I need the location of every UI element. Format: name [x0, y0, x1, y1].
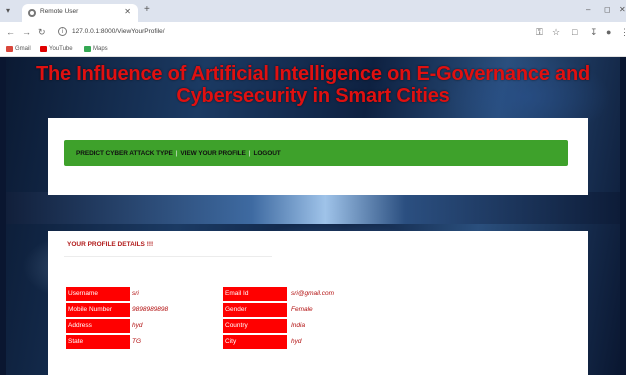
favicon-icon [28, 9, 36, 17]
bookmark-star-icon[interactable]: ☆ [552, 27, 560, 38]
download-icon[interactable]: ↧ [590, 27, 598, 38]
youtube-icon [40, 46, 47, 52]
close-tab-icon[interactable]: ✕ [124, 7, 131, 16]
minimize-icon[interactable]: – [586, 5, 590, 14]
navigation-bar: PREDICT CYBER ATTACK TYPE | VIEW YOUR PR… [64, 140, 568, 166]
value-mobile-number: 9898989898 [132, 306, 169, 313]
url-text: 127.0.0.1:8000/ViewYourProfile/ [72, 28, 165, 35]
value-city: hyd [291, 338, 302, 345]
value-email-id: sri@gmail.com [291, 290, 335, 297]
extensions-icon[interactable]: □ [572, 27, 577, 37]
navigation-card: PREDICT CYBER ATTACK TYPE | VIEW YOUR PR… [48, 118, 588, 195]
gmail-icon [6, 46, 13, 52]
forward-icon[interactable]: → [22, 27, 31, 37]
background-banner-strip [6, 192, 620, 224]
browser-tab[interactable]: Remote User ✕ [22, 4, 138, 22]
profile-card: YOUR PROFILE DETAILS !!! Username sri Mo… [48, 231, 588, 375]
maps-icon [84, 46, 91, 52]
bookmarks-bar: Gmail YouTube Maps [0, 43, 626, 57]
value-state: TG [132, 338, 142, 345]
new-tab-icon[interactable]: + [144, 4, 150, 15]
close-window-icon[interactable]: ✕ [619, 5, 626, 14]
value-address: hyd [132, 322, 143, 329]
nav-logout[interactable]: LOGOUT [253, 150, 280, 157]
label-city: City [223, 335, 287, 349]
profile-avatar-icon[interactable]: ● [606, 27, 611, 37]
menu-dots-icon[interactable]: ⋮ [620, 27, 626, 38]
nav-separator: | [248, 149, 251, 157]
label-address: Address [66, 319, 130, 333]
page-viewport: The Influence of Artificial Intelligence… [0, 57, 626, 375]
profile-heading: YOUR PROFILE DETAILS !!! [67, 241, 154, 248]
label-username: Username [66, 287, 130, 301]
reload-icon[interactable]: ↻ [38, 27, 46, 38]
bookmark-gmail[interactable]: Gmail [6, 46, 31, 52]
label-state: State [66, 335, 130, 349]
nav-predict-cyber-attack-type[interactable]: PREDICT CYBER ATTACK TYPE [76, 150, 173, 157]
bookmark-youtube[interactable]: YouTube [40, 46, 73, 52]
value-country: India [291, 322, 306, 329]
value-username: sri [132, 290, 139, 297]
back-icon[interactable]: ← [6, 27, 15, 37]
label-gender: Gender [223, 303, 287, 317]
site-title: The Influence of Artificial Intelligence… [35, 63, 591, 107]
value-gender: Female [291, 306, 313, 313]
tab-search-icon[interactable]: ▾ [6, 6, 10, 15]
heading-divider [64, 256, 272, 257]
bookmark-maps[interactable]: Maps [84, 46, 108, 52]
label-email-id: Email Id [223, 287, 287, 301]
nav-separator: | [175, 149, 178, 157]
label-country: Country [223, 319, 287, 333]
url-field[interactable]: i 127.0.0.1:8000/ViewYourProfile/ [56, 26, 534, 40]
address-bar: ← → ↻ i 127.0.0.1:8000/ViewYourProfile/ … [0, 22, 626, 43]
password-key-icon[interactable]: ⚿ [536, 27, 543, 38]
tab-title: Remote User [40, 8, 79, 15]
site-info-icon[interactable]: i [58, 27, 67, 36]
browser-tab-bar: ▾ Remote User ✕ + – ◻ ✕ [0, 0, 626, 22]
nav-view-your-profile[interactable]: VIEW YOUR PROFILE [180, 150, 245, 157]
maximize-icon[interactable]: ◻ [604, 5, 611, 14]
label-mobile-number: Mobile Number [66, 303, 130, 317]
